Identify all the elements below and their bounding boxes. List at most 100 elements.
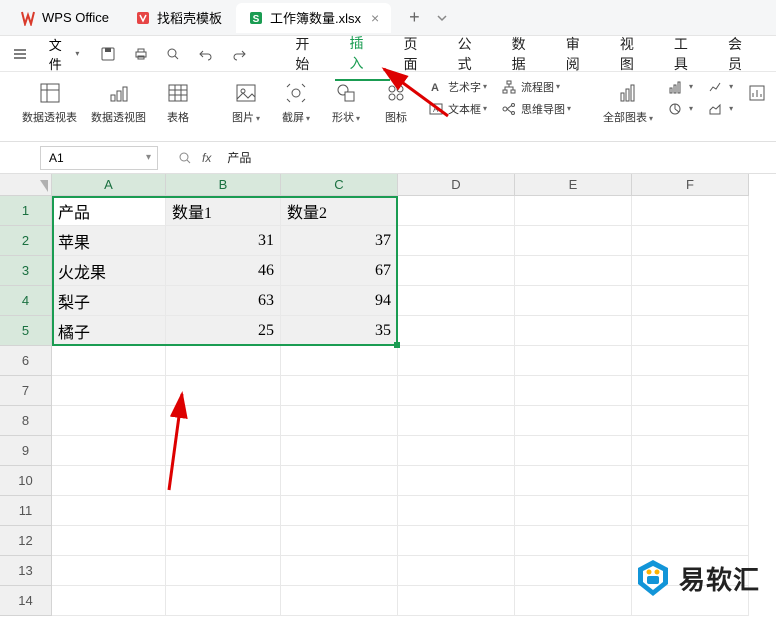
cell[interactable]	[166, 556, 281, 586]
cell[interactable]	[398, 556, 515, 586]
cell[interactable]	[398, 376, 515, 406]
pivot-chart-button[interactable]: 数据透视图	[87, 77, 150, 127]
cell[interactable]	[398, 526, 515, 556]
cell[interactable]: 35	[281, 316, 398, 346]
tab-review[interactable]: 审阅	[552, 28, 606, 80]
cell[interactable]	[632, 196, 749, 226]
cell[interactable]	[281, 376, 398, 406]
row-header-1[interactable]: 1	[0, 196, 52, 226]
row-header-10[interactable]: 10	[0, 466, 52, 496]
column-header-A[interactable]: A	[52, 174, 166, 196]
cell[interactable]	[398, 586, 515, 616]
row-header-5[interactable]: 5	[0, 316, 52, 346]
all-charts-button[interactable]: 全部图表▾	[599, 77, 657, 127]
cell[interactable]	[632, 466, 749, 496]
row-header-14[interactable]: 14	[0, 586, 52, 616]
icons-button[interactable]: 图标	[374, 77, 418, 127]
cell[interactable]: 苹果	[52, 226, 166, 256]
cell[interactable]	[632, 526, 749, 556]
cell[interactable]	[52, 556, 166, 586]
tab-tools[interactable]: 工具	[660, 28, 714, 80]
cell[interactable]	[632, 316, 749, 346]
cell[interactable]	[632, 226, 749, 256]
cell[interactable]	[398, 256, 515, 286]
column-header-B[interactable]: B	[166, 174, 281, 196]
cell[interactable]	[52, 496, 166, 526]
cell[interactable]	[281, 556, 398, 586]
cell[interactable]	[166, 526, 281, 556]
cell[interactable]: 梨子	[52, 286, 166, 316]
cell[interactable]: 37	[281, 226, 398, 256]
pie-chart-button[interactable]: ▾	[663, 99, 697, 119]
cell[interactable]	[166, 586, 281, 616]
cell[interactable]	[632, 256, 749, 286]
cell[interactable]	[515, 586, 632, 616]
cell[interactable]	[515, 526, 632, 556]
cell[interactable]	[515, 376, 632, 406]
cell[interactable]	[515, 556, 632, 586]
tab-data[interactable]: 数据	[498, 28, 552, 80]
cell[interactable]	[515, 466, 632, 496]
row-header-2[interactable]: 2	[0, 226, 52, 256]
cell[interactable]	[515, 436, 632, 466]
column-header-C[interactable]: C	[281, 174, 398, 196]
cell[interactable]	[281, 496, 398, 526]
cell[interactable]	[52, 406, 166, 436]
cell[interactable]	[52, 466, 166, 496]
template-tab[interactable]: 找稻壳模板	[123, 3, 234, 33]
column-header-E[interactable]: E	[515, 174, 632, 196]
row-header-13[interactable]: 13	[0, 556, 52, 586]
cell[interactable]	[52, 376, 166, 406]
cell[interactable]	[515, 406, 632, 436]
cell[interactable]: 数量1	[166, 196, 281, 226]
cell[interactable]	[515, 226, 632, 256]
screenshot-button[interactable]: 截屏▾	[274, 77, 318, 127]
textbox-button[interactable]: A 文本框▾	[424, 99, 491, 119]
name-box[interactable]: A1 ▾	[40, 146, 158, 170]
cell[interactable]: 橘子	[52, 316, 166, 346]
row-header-7[interactable]: 7	[0, 376, 52, 406]
cell[interactable]: 数量2	[281, 196, 398, 226]
cell[interactable]	[52, 346, 166, 376]
cell[interactable]	[166, 376, 281, 406]
pivot-table-button[interactable]: 数据透视表	[18, 77, 81, 127]
cell[interactable]	[398, 436, 515, 466]
row-header-4[interactable]: 4	[0, 286, 52, 316]
cell[interactable]	[398, 496, 515, 526]
area-chart-button[interactable]: ▾	[703, 99, 737, 119]
hamburger-icon[interactable]	[8, 41, 33, 67]
cell[interactable]	[632, 286, 749, 316]
cell[interactable]: 94	[281, 286, 398, 316]
row-header-6[interactable]: 6	[0, 346, 52, 376]
app-tab[interactable]: WPS Office	[8, 3, 121, 33]
cell[interactable]	[398, 286, 515, 316]
row-header-3[interactable]: 3	[0, 256, 52, 286]
cell[interactable]	[281, 586, 398, 616]
cell[interactable]	[515, 256, 632, 286]
add-tab-button[interactable]: +	[401, 7, 428, 28]
cell[interactable]	[166, 436, 281, 466]
column-header-F[interactable]: F	[632, 174, 749, 196]
close-icon[interactable]: ×	[371, 10, 379, 26]
cell[interactable]	[281, 436, 398, 466]
cell[interactable]: 25	[166, 316, 281, 346]
cell[interactable]	[281, 466, 398, 496]
preview-icon[interactable]	[161, 41, 186, 67]
search-fx-icon[interactable]	[178, 151, 192, 165]
cell[interactable]: 火龙果	[52, 256, 166, 286]
cell[interactable]	[166, 496, 281, 526]
cell[interactable]: 67	[281, 256, 398, 286]
cell[interactable]	[515, 346, 632, 376]
cell[interactable]	[281, 406, 398, 436]
tab-member[interactable]: 会员	[714, 28, 768, 80]
cell[interactable]	[281, 526, 398, 556]
cell[interactable]	[398, 466, 515, 496]
tab-start[interactable]: 开始	[281, 28, 335, 80]
cell[interactable]	[632, 376, 749, 406]
cell[interactable]	[52, 526, 166, 556]
cell[interactable]	[515, 286, 632, 316]
column-header-D[interactable]: D	[398, 174, 515, 196]
tab-view[interactable]: 视图	[606, 28, 660, 80]
formula-content[interactable]: 产品	[227, 149, 251, 166]
cell[interactable]	[632, 406, 749, 436]
